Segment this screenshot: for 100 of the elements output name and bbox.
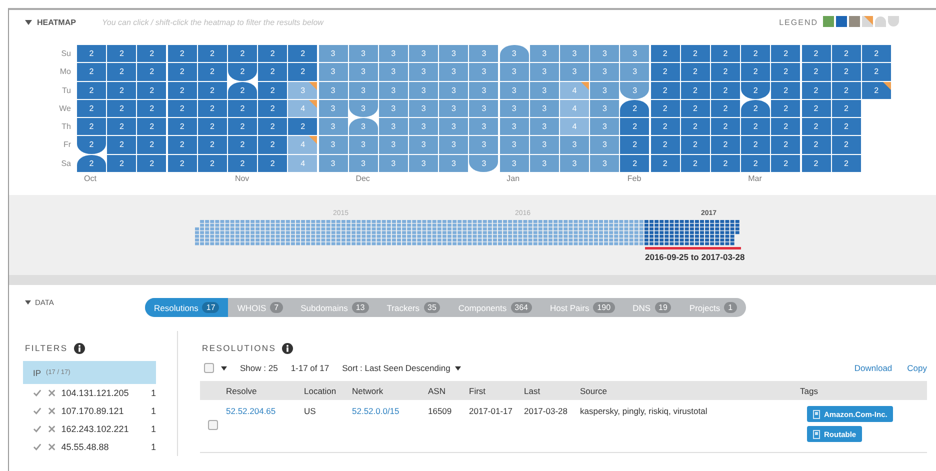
heatmap-cell[interactable]: 3 <box>500 63 529 81</box>
heatmap-cell[interactable]: 2 <box>168 45 197 62</box>
heatmap-cell[interactable]: 3 <box>439 118 468 136</box>
heatmap-cell[interactable]: 2 <box>198 45 227 62</box>
close-icon[interactable] <box>48 443 56 451</box>
heatmap-cell[interactable]: 2 <box>258 136 288 154</box>
heatmap-cell[interactable]: 3 <box>318 100 348 118</box>
heatmap-cell[interactable]: 3 <box>348 118 378 136</box>
column-header[interactable]: Source <box>580 386 800 396</box>
heatmap-cell[interactable]: 2 <box>832 118 861 136</box>
heatmap-cell[interactable]: 2 <box>832 63 861 81</box>
heatmap-cell[interactable]: 3 <box>620 63 650 81</box>
heatmap-cell[interactable]: 2 <box>741 100 770 118</box>
heatmap-cell[interactable]: 3 <box>530 100 559 118</box>
heatmap-cell[interactable]: 3 <box>348 154 378 172</box>
tab[interactable]: Resolutions 17 <box>145 298 228 317</box>
network-link[interactable]: 52.52.0.0/15 <box>352 406 428 416</box>
heatmap-cell[interactable]: 3 <box>469 100 498 118</box>
heatmap-cell[interactable]: 3 <box>469 63 498 81</box>
select-all-checkbox[interactable] <box>204 363 214 373</box>
heatmap-cell[interactable]: 2 <box>680 136 710 154</box>
heatmap-cell[interactable]: 3 <box>348 45 378 62</box>
heatmap-cell[interactable]: 2 <box>710 82 740 99</box>
heatmap-cell[interactable]: 3 <box>560 45 589 62</box>
heatmap-cell[interactable]: 2 <box>258 154 288 172</box>
heatmap-cell[interactable]: 3 <box>500 45 529 62</box>
ip-link[interactable]: 52.52.204.65 <box>226 406 304 416</box>
tab[interactable]: Components 364 <box>449 298 541 317</box>
heatmap-cell[interactable]: 2 <box>771 100 800 118</box>
heatmap-cell[interactable]: 2 <box>137 154 166 172</box>
heatmap-cell[interactable]: 2 <box>137 118 166 136</box>
heatmap-cell[interactable]: 3 <box>378 63 408 81</box>
collapse-caret-icon[interactable] <box>25 300 31 305</box>
heatmap-cell[interactable]: 3 <box>439 100 468 118</box>
heatmap-cell[interactable]: 2 <box>77 154 106 172</box>
close-icon[interactable] <box>48 389 56 397</box>
heatmap-cell[interactable]: 2 <box>168 154 197 172</box>
heatmap-cell[interactable]: 2 <box>771 63 800 81</box>
heatmap-cell[interactable]: 2 <box>710 100 740 118</box>
heatmap-cell[interactable]: 2 <box>228 45 257 62</box>
heatmap-cell[interactable]: 2 <box>650 82 680 99</box>
heatmap-cell[interactable]: 2 <box>198 100 227 118</box>
heatmap-cell[interactable]: 2 <box>77 100 106 118</box>
heatmap-cell[interactable]: 2 <box>198 154 227 172</box>
heatmap-cell[interactable]: 2 <box>741 63 770 81</box>
heatmap-cell[interactable]: 3 <box>409 154 438 172</box>
column-header[interactable]: Resolve <box>226 386 304 396</box>
heatmap-cell[interactable]: 2 <box>137 45 166 62</box>
heatmap-cell[interactable]: 3 <box>378 154 408 172</box>
heatmap-cell[interactable]: 2 <box>107 82 136 99</box>
heatmap-cell[interactable]: 2 <box>107 118 136 136</box>
heatmap-cell[interactable]: 3 <box>530 63 559 81</box>
heatmap-cell[interactable]: 3 <box>500 82 529 99</box>
heatmap-cell[interactable]: 2 <box>288 63 318 81</box>
heatmap-cell[interactable]: 3 <box>469 82 498 99</box>
action-link[interactable]: Copy <box>907 363 927 373</box>
heatmap-cell[interactable]: 3 <box>318 82 348 99</box>
heatmap-cell[interactable]: 3 <box>378 82 408 99</box>
heatmap-cell[interactable]: 3 <box>560 63 589 81</box>
heatmap-cell[interactable]: 2 <box>802 118 830 136</box>
info-icon[interactable] <box>74 342 85 354</box>
heatmap-cell[interactable]: 2 <box>620 154 650 172</box>
heatmap-cell[interactable]: 3 <box>530 118 559 136</box>
heatmap-cell[interactable]: 2 <box>862 63 891 81</box>
heatmap-cell[interactable]: 2 <box>198 82 227 99</box>
heatmap-cell[interactable]: 2 <box>258 118 288 136</box>
tab[interactable]: Projects 1 <box>680 298 746 317</box>
heatmap-cell[interactable]: 2 <box>107 154 136 172</box>
check-icon[interactable] <box>33 425 42 433</box>
heatmap-cell[interactable]: 3 <box>318 63 348 81</box>
heatmap-cell[interactable]: 3 <box>318 45 348 62</box>
page-size-selector[interactable]: Show : 25 <box>240 363 278 373</box>
heatmap-cell[interactable]: 3 <box>500 100 529 118</box>
heatmap-cell[interactable]: 2 <box>77 136 106 154</box>
heatmap-cell[interactable]: 3 <box>590 136 620 154</box>
heatmap-cell[interactable]: 2 <box>650 154 680 172</box>
heatmap-cell[interactable]: 2 <box>650 45 680 62</box>
heatmap-cell[interactable]: 2 <box>741 45 770 62</box>
heatmap-cell[interactable]: 2 <box>107 136 136 154</box>
heatmap-cell[interactable]: 3 <box>378 118 408 136</box>
heatmap-cell[interactable]: 2 <box>77 118 106 136</box>
tab[interactable]: WHOIS 7 <box>228 298 292 317</box>
heatmap-cell[interactable]: 3 <box>348 100 378 118</box>
heatmap-cell[interactable]: 2 <box>650 100 680 118</box>
check-icon[interactable] <box>33 443 42 451</box>
heatmap-cell[interactable]: 3 <box>469 154 498 172</box>
heatmap-cell[interactable]: 2 <box>168 118 197 136</box>
heatmap-cell[interactable]: 2 <box>258 63 288 81</box>
heatmap-cell[interactable]: 3 <box>469 136 498 154</box>
column-header[interactable]: Network <box>352 386 428 396</box>
heatmap-cell[interactable]: 2 <box>832 45 861 62</box>
heatmap-cell[interactable]: 3 <box>560 136 589 154</box>
heatmap-cell[interactable]: 3 <box>500 118 529 136</box>
heatmap-cell[interactable]: 2 <box>168 63 197 81</box>
heatmap-cell[interactable]: 2 <box>137 136 166 154</box>
heatmap-cell[interactable]: 3 <box>530 45 559 62</box>
row-checkbox[interactable] <box>208 420 218 430</box>
heatmap-cell[interactable]: 2 <box>198 63 227 81</box>
tab[interactable]: Host Pairs 190 <box>540 298 624 317</box>
heatmap-cell[interactable]: 2 <box>650 136 680 154</box>
